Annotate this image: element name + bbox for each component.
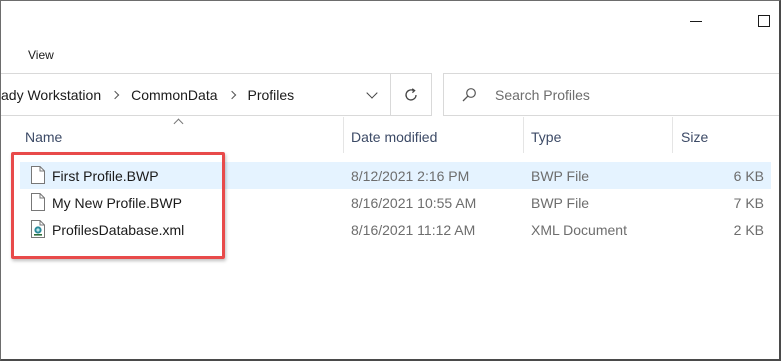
file-list: Name Date modified Type Size First Profi…	[1, 117, 779, 359]
file-explorer-window: View ady Workstation CommonData Profiles	[0, 0, 781, 361]
table-row[interactable]: ProfilesDatabase.xml 8/16/2021 11:12 AM …	[20, 216, 771, 243]
file-type: BWP File	[531, 168, 590, 184]
file-type: XML Document	[531, 222, 627, 238]
file-size: 6 KB	[733, 168, 764, 184]
file-name[interactable]: First Profile.BWP	[52, 168, 159, 184]
chevron-right-icon[interactable]	[110, 90, 120, 100]
breadcrumb-item-profiles[interactable]: Profiles	[248, 87, 295, 103]
refresh-button[interactable]	[391, 73, 432, 116]
column-header-type[interactable]: Type	[531, 129, 561, 145]
table-row[interactable]: First Profile.BWP 8/12/2021 2:16 PM BWP …	[20, 162, 771, 189]
generic-file-icon	[31, 166, 45, 184]
tab-view[interactable]: View	[28, 48, 54, 62]
sort-ascending-icon	[173, 118, 184, 129]
search-icon	[462, 88, 476, 102]
breadcrumb-item-workstation[interactable]: ady Workstation	[1, 87, 101, 103]
column-header-size[interactable]: Size	[681, 129, 708, 145]
generic-file-icon	[31, 193, 45, 211]
file-size: 2 KB	[733, 222, 764, 238]
search-input[interactable]: Search Profiles	[495, 87, 590, 103]
file-size: 7 KB	[733, 195, 764, 211]
chevron-down-icon[interactable]	[366, 87, 378, 99]
address-bar[interactable]: ady Workstation CommonData Profiles	[1, 73, 391, 116]
file-date: 8/16/2021 11:12 AM	[351, 222, 476, 238]
file-type: BWP File	[531, 195, 590, 211]
table-row[interactable]: My New Profile.BWP 8/16/2021 10:55 AM BW…	[20, 189, 771, 216]
xml-file-icon	[31, 220, 45, 238]
column-divider[interactable]	[343, 117, 344, 153]
title-bar	[1, 1, 779, 41]
file-name[interactable]: ProfilesDatabase.xml	[52, 222, 184, 238]
file-name[interactable]: My New Profile.BWP	[52, 195, 182, 211]
search-box[interactable]: Search Profiles	[443, 73, 779, 116]
ribbon: View	[1, 41, 779, 69]
file-date: 8/16/2021 10:55 AM	[351, 195, 477, 211]
minimize-icon[interactable]	[683, 7, 709, 33]
breadcrumb-item-commondata[interactable]: CommonData	[131, 87, 217, 103]
column-divider[interactable]	[523, 117, 524, 153]
chevron-right-icon[interactable]	[227, 90, 236, 100]
column-header-date[interactable]: Date modified	[351, 129, 437, 145]
navigation-bar: ady Workstation CommonData Profiles Sear…	[1, 73, 779, 117]
file-date: 8/12/2021 2:16 PM	[351, 168, 470, 184]
column-header-name[interactable]: Name	[25, 129, 62, 145]
maximize-icon[interactable]	[751, 7, 777, 33]
refresh-icon	[405, 88, 417, 101]
breadcrumb: ady Workstation CommonData Profiles	[1, 87, 294, 103]
column-divider[interactable]	[672, 117, 673, 153]
